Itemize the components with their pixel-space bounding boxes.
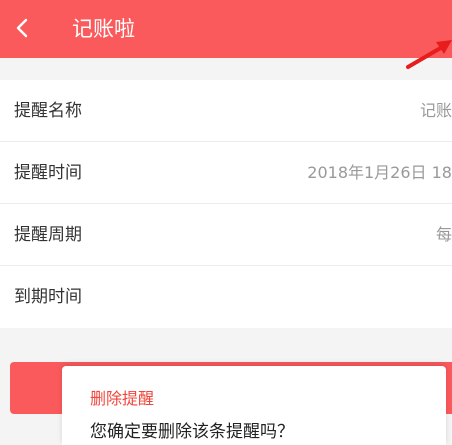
- reminder-name-row[interactable]: 提醒名称 记账: [0, 80, 452, 142]
- reminder-time-label: 提醒时间: [14, 163, 82, 183]
- reminder-time-row[interactable]: 提醒时间 2018年1月26日 18: [0, 142, 452, 204]
- back-button[interactable]: [6, 12, 38, 44]
- reminder-time-value: 2018年1月26日 18: [307, 163, 452, 182]
- reminder-cycle-label: 提醒周期: [14, 225, 82, 245]
- reminder-cycle-value: 每: [435, 225, 452, 244]
- reminder-name-label: 提醒名称: [14, 101, 82, 121]
- chevron-left-icon: [16, 18, 28, 38]
- app-header: 记账啦: [0, 0, 452, 58]
- reminder-name-value: 记账: [419, 101, 452, 120]
- dialog-title: 删除提醒: [90, 389, 155, 408]
- reminder-cycle-row[interactable]: 提醒周期 每: [0, 204, 452, 266]
- expiry-time-row[interactable]: 到期时间: [0, 266, 452, 328]
- delete-confirm-dialog: 删除提醒 您确定要删除该条提醒吗？: [62, 366, 446, 445]
- reminder-form: 提醒名称 记账 提醒时间 2018年1月26日 18 提醒周期 每 到期时间: [0, 80, 452, 328]
- red-arrow-icon: [406, 40, 452, 69]
- expiry-time-label: 到期时间: [14, 287, 82, 307]
- dialog-message: 您确定要删除该条提醒吗？: [90, 422, 294, 442]
- page-title: 记账啦: [72, 17, 135, 41]
